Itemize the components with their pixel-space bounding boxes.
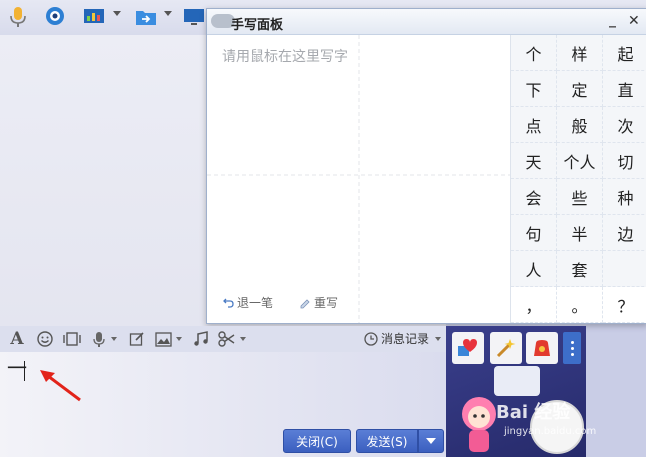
candidate-character[interactable]: 般 — [557, 107, 603, 143]
candidate-character[interactable]: 人 — [511, 251, 557, 287]
handwriting-panel-titlebar[interactable]: 手写面板 _ ✕ — [207, 9, 646, 35]
message-history-label: 消息记录 — [381, 332, 430, 346]
candidate-character[interactable]: 天 — [511, 143, 557, 179]
candidate-character[interactable]: 次 — [603, 107, 646, 143]
avatar-skin-panel: Bai 经验 jingyan.baidu.com — [446, 326, 596, 457]
rewrite-label: 重写 — [314, 296, 339, 310]
chevron-down-icon[interactable] — [176, 337, 182, 341]
eraser-icon — [300, 298, 310, 308]
candidate-character[interactable]: 起 — [603, 35, 646, 71]
candidate-character[interactable]: 点 — [511, 107, 557, 143]
close-icon[interactable]: ✕ — [628, 13, 640, 29]
undo-icon — [223, 298, 234, 308]
more-options-icon[interactable] — [563, 332, 581, 364]
candidate-character[interactable]: 半 — [557, 215, 603, 251]
magic-wand-icon[interactable] — [490, 332, 522, 364]
candidate-character[interactable]: 。 — [557, 287, 603, 323]
image-icon[interactable] — [154, 330, 172, 348]
candidate-character[interactable]: ？ — [603, 287, 646, 323]
candidate-character[interactable]: 句 — [511, 215, 557, 251]
candidate-character[interactable]: 下 — [511, 71, 557, 107]
chevron-down-icon — [426, 438, 436, 444]
chevron-down-icon[interactable] — [113, 11, 121, 16]
screen-share-icon[interactable] — [82, 5, 106, 29]
edit-icon[interactable] — [128, 330, 146, 348]
minimize-button[interactable]: _ — [609, 12, 616, 28]
music-icon[interactable] — [192, 330, 210, 348]
chevron-down-icon[interactable] — [164, 11, 172, 16]
canvas-guide-lines — [207, 35, 510, 323]
candidate-character[interactable]: 定 — [557, 71, 603, 107]
watermark: Bai 经验 — [496, 402, 571, 423]
close-button-label: 关闭(C) — [296, 434, 338, 449]
voice-icon[interactable] — [90, 330, 108, 348]
text-cursor — [24, 361, 25, 381]
candidate-character[interactable]: 个 — [511, 35, 557, 71]
close-button[interactable]: 关闭(C) — [283, 429, 351, 453]
send-button-label: 发送(S) — [366, 434, 408, 449]
candidate-character[interactable]: 样 — [557, 35, 603, 71]
canvas-placeholder: 请用鼠标在这里写字 — [222, 49, 348, 65]
webcam-icon[interactable] — [43, 5, 67, 29]
watermark-url: jingyan.baidu.com — [504, 426, 597, 437]
message-history-button[interactable]: 消息记录 — [364, 330, 442, 347]
rewrite-button[interactable]: 重写 — [299, 294, 338, 311]
candidate-character[interactable]: 直 — [603, 71, 646, 107]
emoji-icon[interactable] — [36, 330, 54, 348]
candidate-character[interactable]: ， — [511, 287, 557, 323]
input-toolbar: A 消息记录 — [0, 326, 446, 352]
candidate-character[interactable]: 切 — [603, 143, 646, 179]
remote-desktop-icon[interactable] — [182, 5, 206, 29]
chevron-down-icon — [435, 336, 442, 341]
red-packet-icon[interactable] — [526, 332, 558, 364]
handwriting-canvas[interactable]: 请用鼠标在这里写字 退一笔 重写 — [207, 35, 510, 323]
folder-transfer-icon[interactable] — [134, 5, 158, 29]
microphone-icon[interactable] — [6, 5, 30, 29]
undo-stroke-button[interactable]: 退一笔 — [223, 294, 273, 311]
scissors-icon[interactable] — [218, 330, 236, 348]
chevron-down-icon[interactable] — [111, 337, 117, 341]
chevron-down-icon[interactable] — [240, 337, 246, 341]
handwriting-panel: 手写面板 _ ✕ 请用鼠标在这里写字 退一笔 重写 个样起下定直点般次天个人切会… — [206, 8, 646, 324]
red-arrow-annotation — [40, 370, 81, 402]
candidate-character[interactable]: 套 — [557, 251, 603, 287]
handwriting-panel-title: 手写面板 — [231, 18, 284, 33]
clock-icon — [364, 331, 378, 346]
candidate-character — [603, 251, 646, 287]
candidate-character[interactable]: 种 — [603, 179, 646, 215]
candidate-character[interactable]: 边 — [603, 215, 646, 251]
font-icon[interactable]: A — [8, 329, 26, 349]
candidate-character[interactable]: 些 — [557, 179, 603, 215]
candidate-grid: 个样起下定直点般次天个人切会些种句半边人套，。？ — [510, 35, 646, 323]
send-button[interactable]: 发送(S) — [356, 429, 418, 453]
undo-stroke-label: 退一笔 — [237, 296, 274, 310]
candidate-character[interactable]: 个人 — [557, 143, 603, 179]
send-options-button[interactable] — [418, 429, 444, 453]
screenshot-gallery-icon[interactable] — [63, 330, 81, 348]
gift-heart-icon[interactable] — [452, 332, 484, 364]
candidate-character[interactable]: 会 — [511, 179, 557, 215]
